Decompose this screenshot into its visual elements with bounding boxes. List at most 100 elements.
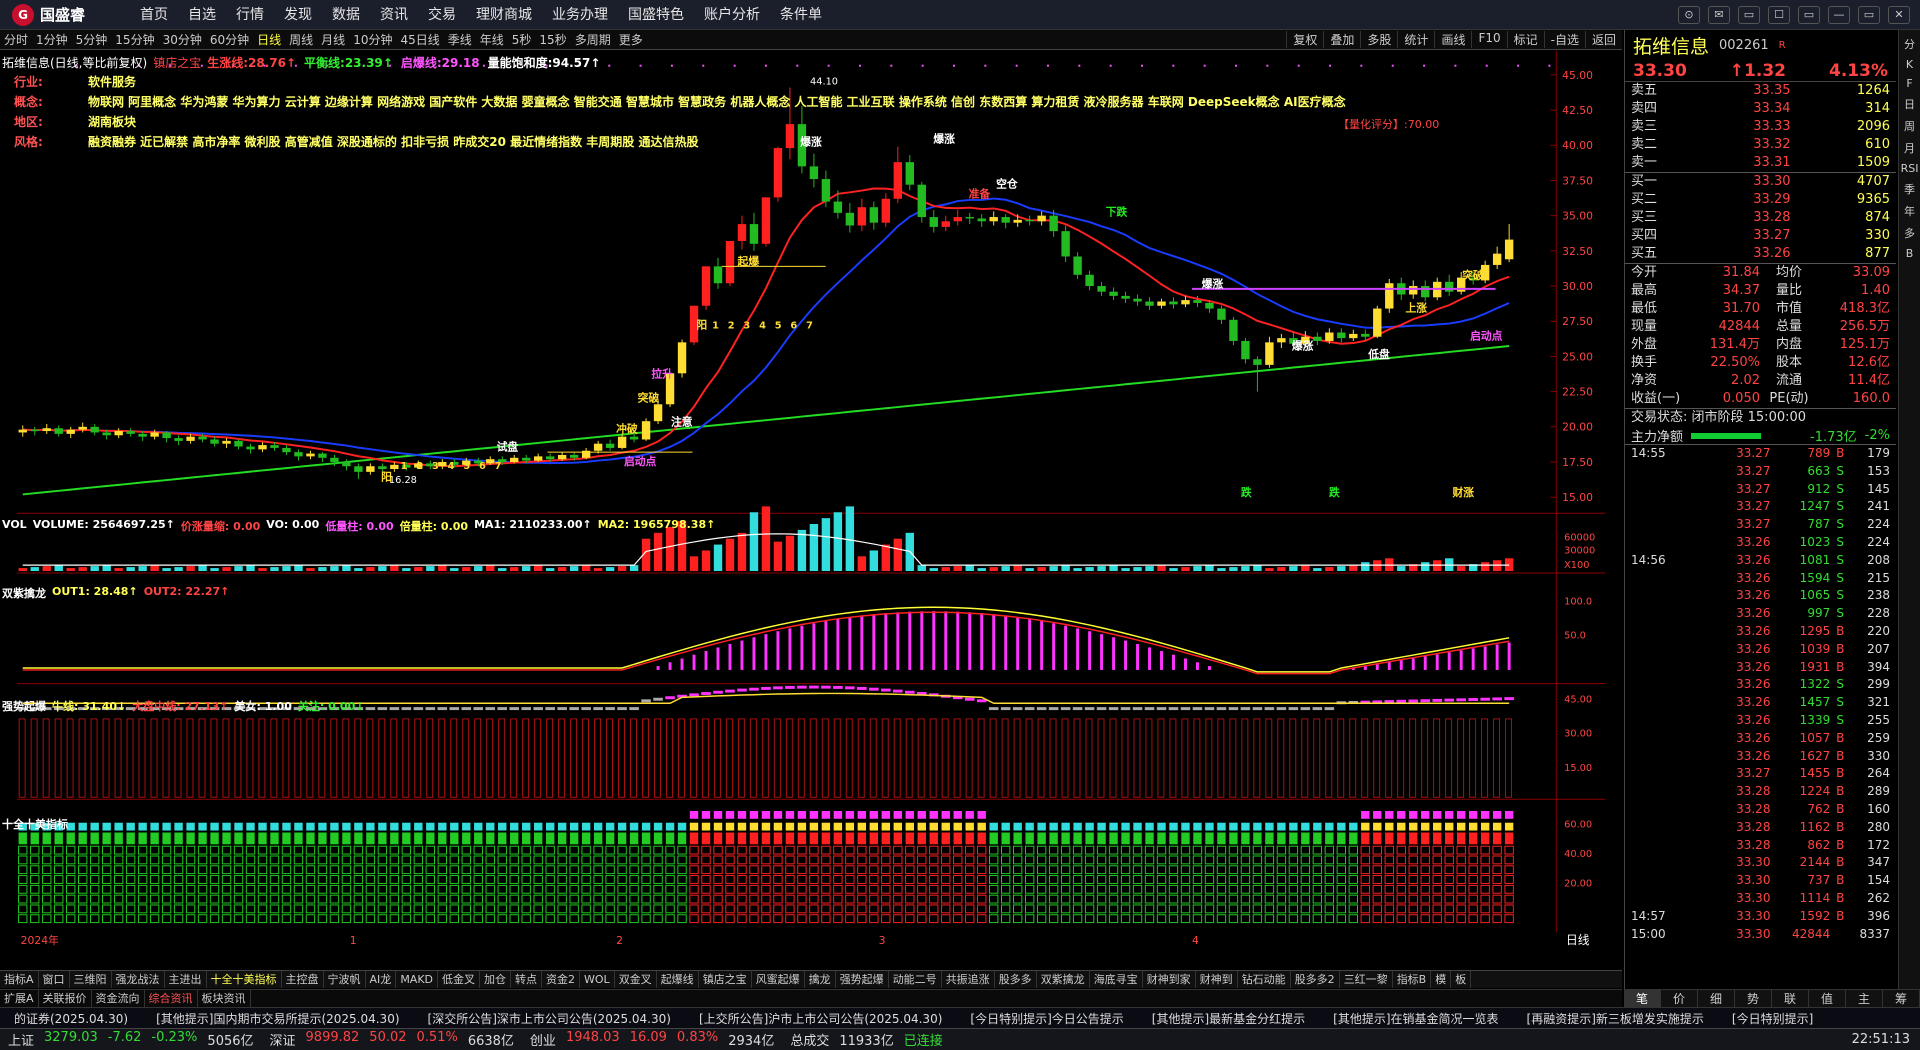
chart-tool-button[interactable]: 标记: [1506, 31, 1544, 48]
period-tab[interactable]: 10分钟: [349, 31, 396, 48]
order-level-row[interactable]: 卖三 33.33 2096: [1625, 118, 1896, 136]
sidebar-item[interactable]: B: [1901, 247, 1919, 260]
order-level-row[interactable]: 卖二 33.32 610: [1625, 136, 1896, 154]
indicator-tab[interactable]: 模: [1431, 971, 1452, 988]
sidebar-item[interactable]: 年: [1901, 203, 1919, 219]
index-quote[interactable]: 创业 1948.03 16.09 0.83% 2934亿: [522, 1030, 782, 1049]
sidebar-item[interactable]: F: [1901, 77, 1919, 90]
menu-item[interactable]: 首页: [130, 0, 178, 30]
menu-item[interactable]: 自选: [178, 0, 226, 30]
order-level-row[interactable]: 卖一 33.31 1509: [1625, 154, 1896, 172]
quote-tab[interactable]: 势: [1735, 990, 1772, 1007]
indicator-tab[interactable]: 三维阳: [70, 971, 112, 988]
period-tab[interactable]: 60分钟: [206, 31, 253, 48]
news-item[interactable]: [其他提示]在销基金简况一览表: [1319, 1010, 1512, 1027]
period-tab[interactable]: 5秒: [508, 31, 536, 48]
info-tab[interactable]: 综合资讯: [145, 990, 198, 1007]
index-quote[interactable]: 深证 9899.82 50.02 0.51% 6638亿: [262, 1030, 522, 1049]
indicator-tab[interactable]: 动能二号: [889, 971, 942, 988]
menu-item[interactable]: 资讯: [370, 0, 418, 30]
indicator-tab[interactable]: 主控盘: [282, 971, 324, 988]
chart-tool-button[interactable]: 复权: [1286, 31, 1323, 48]
window-control-icon[interactable]: ☐: [1768, 5, 1790, 24]
news-item[interactable]: [今日特别提示]今日公告提示: [956, 1010, 1137, 1027]
window-control-icon[interactable]: ✉: [1708, 5, 1730, 24]
indicator-tab[interactable]: 资金2: [542, 971, 581, 988]
indicator-tab[interactable]: 主进出: [165, 971, 207, 988]
indicator-tab[interactable]: 双紫擒龙: [1037, 971, 1090, 988]
news-item[interactable]: [今日特别提示]: [1718, 1010, 1827, 1027]
chart-tool-button[interactable]: 画线: [1434, 31, 1471, 48]
chart-tool-button[interactable]: 叠加: [1323, 31, 1360, 48]
quote-tab[interactable]: 细: [1698, 990, 1735, 1007]
chart-tool-button[interactable]: F10: [1471, 31, 1506, 48]
indicator-tab[interactable]: 擒龙: [805, 971, 836, 988]
menu-item[interactable]: 交易: [418, 0, 466, 30]
indicator-tab[interactable]: 宁波帆: [324, 971, 366, 988]
indicator-tab[interactable]: 起爆线: [657, 971, 699, 988]
indicator-tab[interactable]: 双金叉: [615, 971, 657, 988]
order-level-row[interactable]: 买五 33.26 877: [1625, 245, 1896, 263]
order-level-row[interactable]: 买二 33.29 9365: [1625, 191, 1896, 209]
chart-tool-button[interactable]: -自选: [1543, 31, 1585, 48]
quote-tab[interactable]: 联: [1772, 990, 1809, 1007]
indicator-tab[interactable]: 强势起爆: [836, 971, 889, 988]
period-tab[interactable]: 周线: [285, 31, 317, 48]
tick-list[interactable]: 14:55 33.27 789 B 179 33.27 663 S 153 33.27 912 S 14…: [1625, 445, 1896, 943]
indicator-tab[interactable]: 共振追涨: [942, 971, 995, 988]
menu-item[interactable]: 业务办理: [542, 0, 618, 30]
indicator-tab[interactable]: WOL: [580, 971, 615, 988]
news-item[interactable]: [再融资提示]新三板增发实施提示: [1513, 1010, 1718, 1027]
app-logo[interactable]: G 国盛睿: [0, 3, 130, 26]
period-tab[interactable]: 5分钟: [72, 31, 112, 48]
period-tab[interactable]: 1分钟: [32, 31, 72, 48]
news-item[interactable]: [上交所公告]沪市上市公司公告(2025.04.30): [685, 1010, 956, 1027]
period-tag[interactable]: 日线: [1566, 933, 1590, 947]
indicator-tab[interactable]: 指标A: [0, 971, 39, 988]
period-tab[interactable]: 分时: [0, 31, 32, 48]
period-tab[interactable]: 30分钟: [159, 31, 206, 48]
indicator-tab[interactable]: 钻石动能: [1238, 971, 1291, 988]
period-tab[interactable]: 日线: [253, 31, 285, 48]
indicator-tab[interactable]: 板: [1451, 971, 1472, 988]
period-tab[interactable]: 月线: [317, 31, 349, 48]
indicator-tab[interactable]: 低金叉: [438, 971, 481, 988]
stock-chart[interactable]: 45.0042.5040.0037.5035.0032.5030.0027.50…: [0, 51, 1622, 951]
sidebar-item[interactable]: 月: [1901, 140, 1919, 156]
indicator-tab[interactable]: 股多多: [995, 971, 1037, 988]
indicator-tab[interactable]: 转点: [511, 971, 543, 988]
info-tab[interactable]: 板块资讯: [198, 990, 251, 1007]
period-tab[interactable]: 15分钟: [111, 31, 158, 48]
info-tab[interactable]: 扩展A: [0, 990, 39, 1007]
news-item[interactable]: 的证券(2025.04.30): [0, 1010, 142, 1027]
chart-tool-button[interactable]: 多股: [1360, 31, 1397, 48]
indicator-tab[interactable]: 加仓: [480, 971, 512, 988]
indicator-tab[interactable]: 财神到家: [1143, 971, 1196, 988]
indicator-tab[interactable]: 海底寻宝: [1090, 971, 1143, 988]
menu-item[interactable]: 国盛特色: [618, 0, 694, 30]
sidebar-item[interactable]: 多: [1901, 225, 1919, 241]
sidebar-item[interactable]: K: [1901, 58, 1919, 71]
menu-item[interactable]: 账户分析: [694, 0, 770, 30]
indicator-tab[interactable]: MAKD: [396, 971, 439, 988]
info-tab[interactable]: 关联报价: [39, 990, 92, 1007]
news-item[interactable]: [其他提示]最新基金分红提示: [1138, 1010, 1319, 1027]
indicator-tab[interactable]: 财神到: [1196, 971, 1238, 988]
sidebar-item[interactable]: RSI: [1901, 162, 1919, 175]
sidebar-item[interactable]: 日: [1901, 96, 1919, 112]
menu-item[interactable]: 理财商城: [466, 0, 542, 30]
window-control-icon[interactable]: ✕: [1888, 5, 1910, 24]
news-item[interactable]: [其他提示]国内期市交易所提示(2025.04.30): [142, 1010, 413, 1027]
quote-tab[interactable]: 主: [1846, 990, 1883, 1007]
sidebar-item[interactable]: 季: [1901, 181, 1919, 197]
menu-item[interactable]: 发现: [274, 0, 322, 30]
period-tab[interactable]: 年线: [476, 31, 508, 48]
period-tab[interactable]: 多周期: [571, 31, 615, 48]
period-tab[interactable]: 更多: [615, 31, 647, 48]
indicator-tab[interactable]: AI龙: [366, 971, 397, 988]
info-tab[interactable]: 资金流向: [92, 990, 145, 1007]
order-level-row[interactable]: 买四 33.27 330: [1625, 227, 1896, 245]
menu-item[interactable]: 数据: [322, 0, 370, 30]
order-level-row[interactable]: 卖五 33.35 1264: [1625, 82, 1896, 100]
chart-tool-button[interactable]: 返回: [1584, 31, 1622, 48]
